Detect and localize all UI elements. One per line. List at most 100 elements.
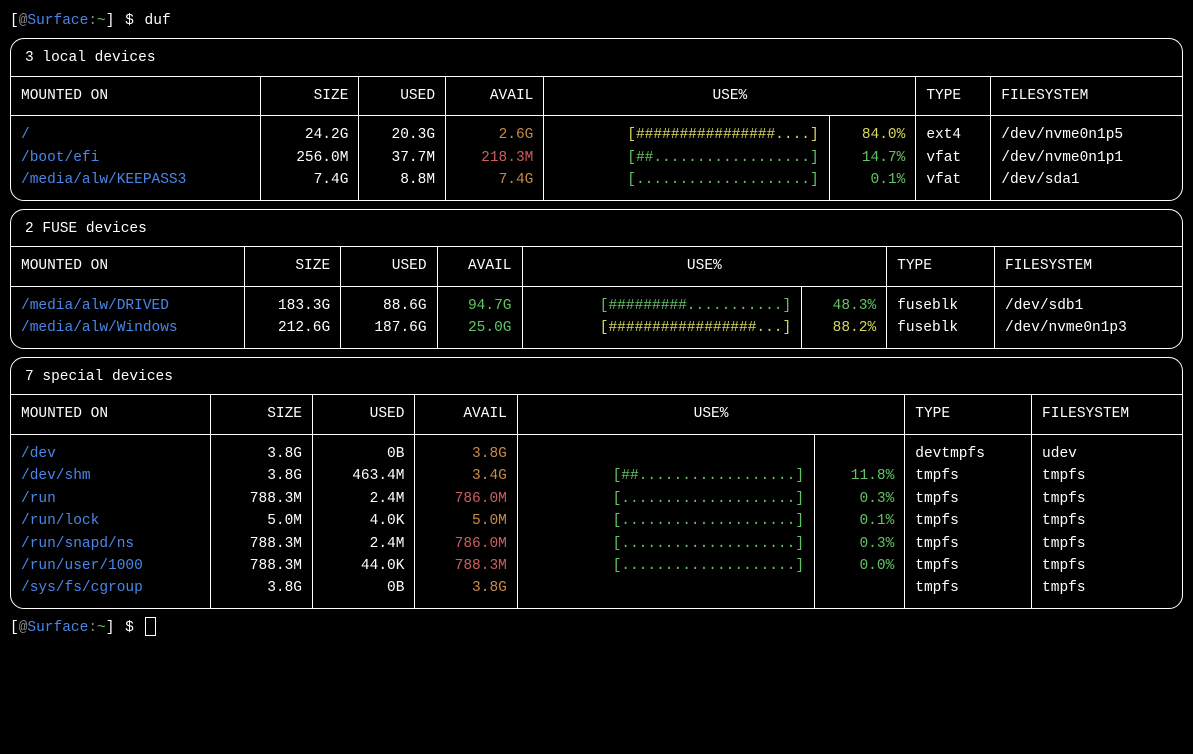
table-row: /media/alw/KEEPASS37.4G8.8M7.4G[........… [11,169,1182,199]
column-header: MOUNTED ON [11,395,210,434]
cell-avail: 788.3M [415,555,517,577]
cell-type: tmpfs [905,555,1032,577]
prompt-command: duf [145,13,171,29]
table-row: /24.2G20.3G2.6G[################....]84.… [11,116,1182,147]
cell-avail: 3.8G [415,577,517,607]
cell-filesystem: tmpfs [1032,510,1182,532]
cell-avail: 3.8G [415,434,517,465]
column-header: USED [313,395,415,434]
cell-used: 44.0K [313,555,415,577]
cell-use-pct [815,577,905,607]
cell-size: 24.2G [261,116,359,147]
cell-type: vfat [916,169,991,199]
cell-used: 0B [313,577,415,607]
cell-used: 20.3G [359,116,446,147]
cell-used: 8.8M [359,169,446,199]
column-header: SIZE [261,76,359,115]
cell-filesystem: tmpfs [1032,533,1182,555]
cell-filesystem: tmpfs [1032,465,1182,487]
cell-size: 256.0M [261,147,359,169]
device-section: 3 local devicesMOUNTED ONSIZEUSEDAVAILUS… [10,38,1183,200]
cell-use-bar: [#########...........] [522,286,802,317]
cell-use-bar: [....................] [517,488,814,510]
cell-use-pct: 88.2% [802,317,887,347]
cell-use-pct: 0.3% [815,533,905,555]
cell-avail: 3.4G [415,465,517,487]
cell-type: tmpfs [905,465,1032,487]
cell-mount: /run/lock [11,510,210,532]
cell-filesystem: tmpfs [1032,577,1182,607]
cursor-icon[interactable] [145,617,156,636]
cell-used: 0B [313,434,415,465]
cell-use-pct: 48.3% [802,286,887,317]
cell-use-bar: [....................] [544,169,829,199]
column-header: AVAIL [437,247,522,286]
cell-type: fuseblk [887,286,995,317]
prompt-host: Surface [27,13,88,29]
cell-use-bar: [....................] [517,555,814,577]
column-header: SIZE [244,247,340,286]
device-table: MOUNTED ONSIZEUSEDAVAILUSE%TYPEFILESYSTE… [11,394,1182,608]
cell-filesystem: /dev/nvme0n1p5 [991,116,1182,147]
column-header: USED [341,247,437,286]
cell-use-bar: [################....] [544,116,829,147]
cell-use-pct [815,434,905,465]
cell-use-bar: [##..................] [517,465,814,487]
cell-size: 5.0M [210,510,312,532]
cell-type: tmpfs [905,533,1032,555]
table-row: /boot/efi256.0M37.7M218.3M[##...........… [11,147,1182,169]
cell-type: tmpfs [905,577,1032,607]
prompt-open: [ [10,13,19,29]
column-header: USE% [517,395,904,434]
prompt-line-bottom: [@Surface:~] $ [10,617,1183,639]
cell-type: tmpfs [905,510,1032,532]
cell-size: 183.3G [244,286,340,317]
device-section: 7 special devicesMOUNTED ONSIZEUSEDAVAIL… [10,357,1183,609]
cell-avail: 7.4G [446,169,544,199]
cell-filesystem: tmpfs [1032,488,1182,510]
cell-used: 187.6G [341,317,437,347]
column-header: FILESYSTEM [995,247,1182,286]
cell-avail: 94.7G [437,286,522,317]
column-header: SIZE [210,395,312,434]
device-section: 2 FUSE devicesMOUNTED ONSIZEUSEDAVAILUSE… [10,209,1183,349]
table-row: /run/snapd/ns788.3M2.4M786.0M[..........… [11,533,1182,555]
cell-type: vfat [916,147,991,169]
cell-avail: 786.0M [415,533,517,555]
cell-mount: /boot/efi [11,147,261,169]
cell-avail: 25.0G [437,317,522,347]
cell-used: 37.7M [359,147,446,169]
cell-mount: /media/alw/DRIVED [11,286,244,317]
cell-mount: /run [11,488,210,510]
cell-size: 788.3M [210,533,312,555]
device-table: MOUNTED ONSIZEUSEDAVAILUSE%TYPEFILESYSTE… [11,246,1182,347]
column-header: AVAIL [415,395,517,434]
cell-use-pct: 11.8% [815,465,905,487]
column-header: USE% [544,76,916,115]
cell-mount: /run/user/1000 [11,555,210,577]
table-row: /media/alw/DRIVED183.3G88.6G94.7G[######… [11,286,1182,317]
cell-filesystem: /dev/sdb1 [995,286,1182,317]
cell-size: 788.3M [210,488,312,510]
cell-use-pct: 0.1% [829,169,916,199]
cell-size: 3.8G [210,434,312,465]
cell-use-pct: 84.0% [829,116,916,147]
cell-used: 4.0K [313,510,415,532]
cell-size: 3.8G [210,577,312,607]
cell-avail: 2.6G [446,116,544,147]
cell-mount: / [11,116,261,147]
cell-avail: 786.0M [415,488,517,510]
cell-filesystem: /dev/nvme0n1p1 [991,147,1182,169]
cell-use-bar: [....................] [517,510,814,532]
cell-type: ext4 [916,116,991,147]
prompt-colon: : [88,13,97,29]
cell-type: tmpfs [905,488,1032,510]
cell-use-bar [517,434,814,465]
column-header: FILESYSTEM [1032,395,1182,434]
prompt-line-top: [@Surface:~] $ duf [10,10,1183,32]
cell-size: 3.8G [210,465,312,487]
cell-mount: /dev/shm [11,465,210,487]
cell-mount: /run/snapd/ns [11,533,210,555]
column-header: USE% [522,247,887,286]
cell-used: 463.4M [313,465,415,487]
